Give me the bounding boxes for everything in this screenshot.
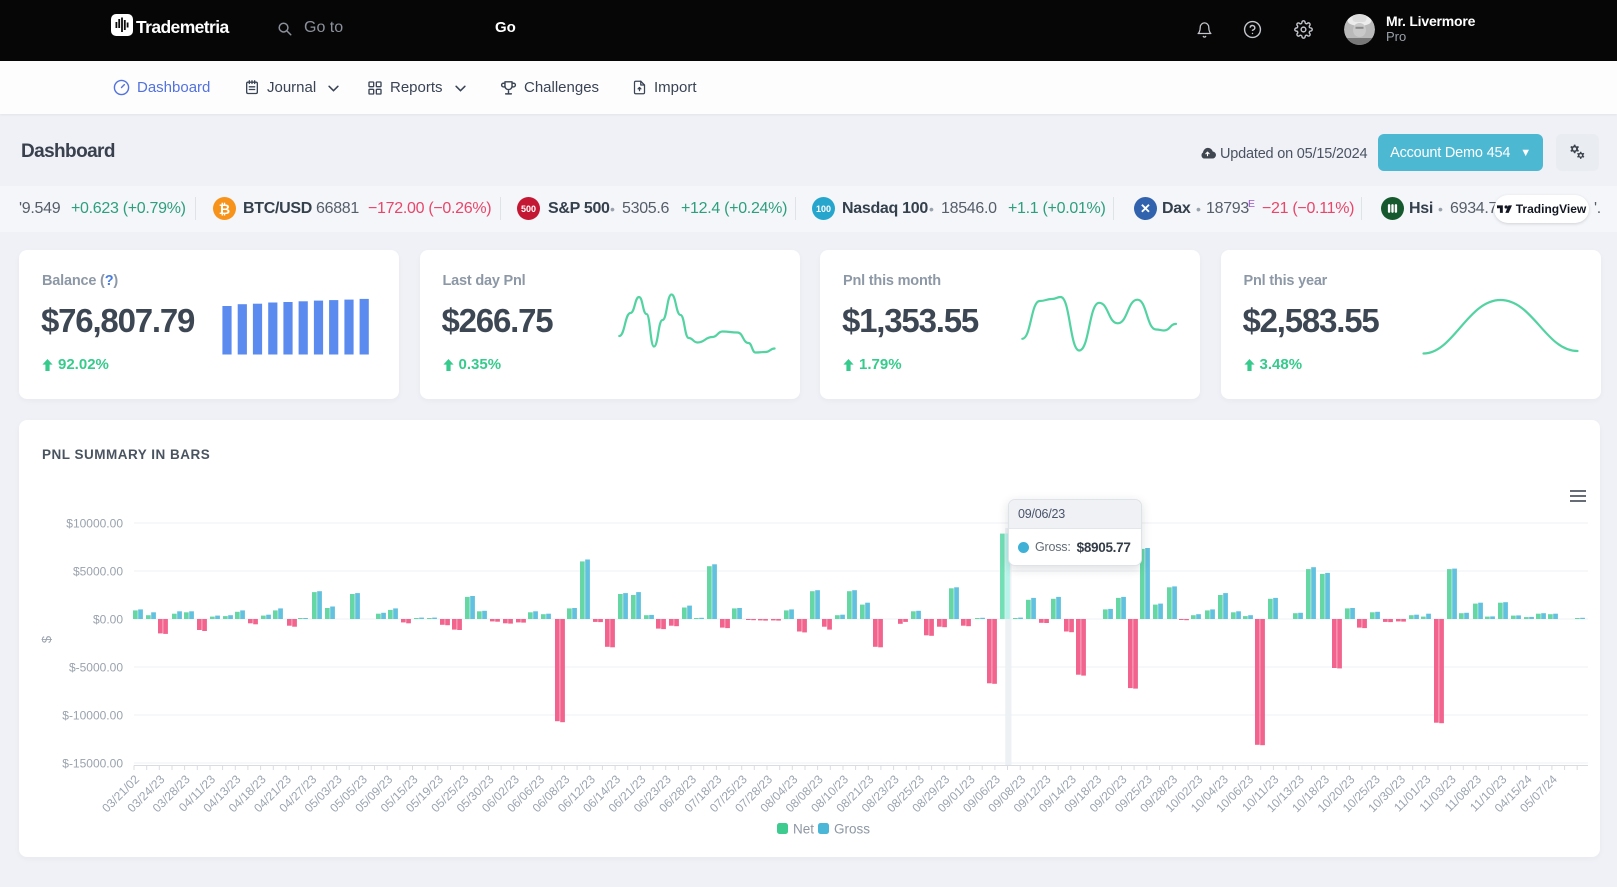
svg-text:$10000.00: $10000.00 (66, 517, 123, 531)
svg-text:$5000.00: $5000.00 (73, 565, 123, 579)
svg-text:$-10000.00: $-10000.00 (62, 709, 123, 723)
svg-text:$-15000.00: $-15000.00 (62, 757, 123, 771)
svg-text:$0.00: $0.00 (93, 613, 123, 627)
svg-text:Net: Net (793, 822, 814, 837)
svg-text:$-5000.00: $-5000.00 (69, 661, 123, 675)
svg-text:Gross: Gross (834, 822, 870, 837)
